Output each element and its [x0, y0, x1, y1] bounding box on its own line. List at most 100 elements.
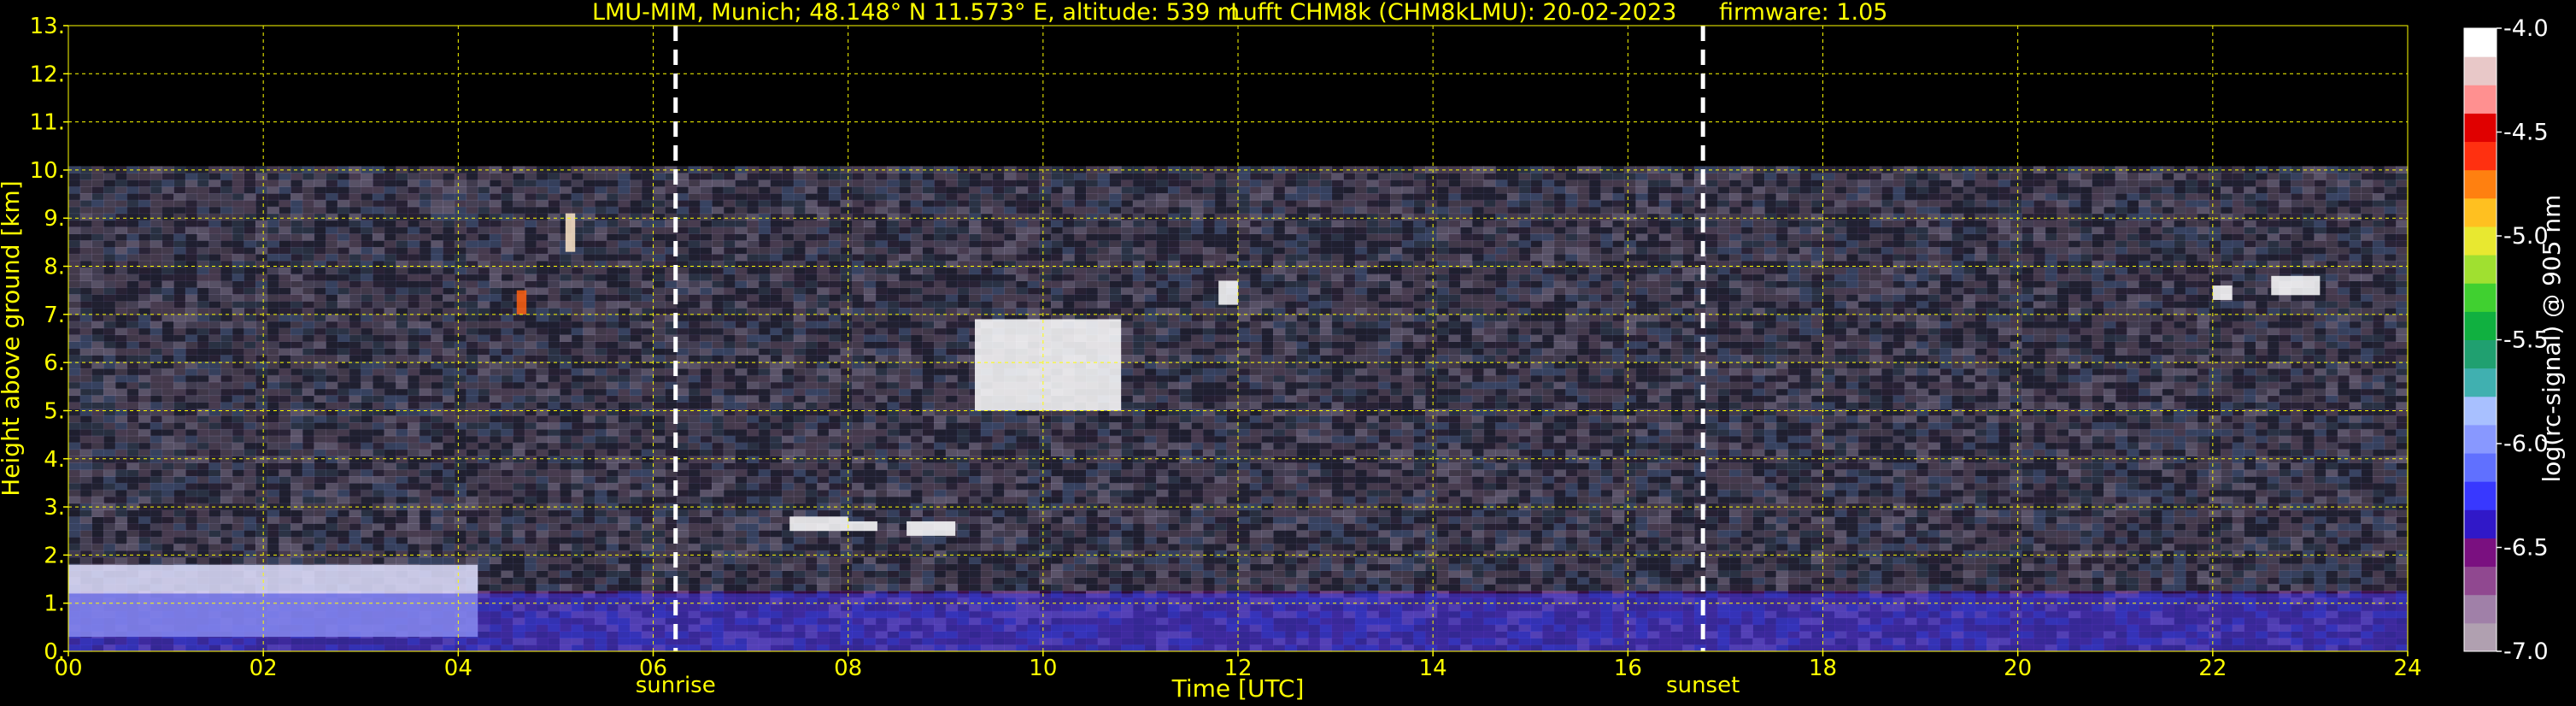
heatmap-cell [173, 199, 186, 208]
heatmap-cell [571, 348, 584, 356]
heatmap-cell [735, 489, 748, 497]
heatmap-cell [302, 537, 315, 544]
heatmap-cell [454, 556, 467, 565]
heatmap-cell [735, 193, 748, 201]
heatmap-cell [676, 509, 689, 517]
heatmap-cell [583, 374, 596, 383]
heatmap-cell [173, 294, 186, 302]
heatmap-cell [220, 537, 233, 544]
heatmap-cell [408, 482, 420, 491]
heatmap-cell [700, 321, 713, 329]
heatmap-cell [372, 280, 385, 288]
heatmap-cell [793, 428, 807, 437]
heatmap-cell [618, 301, 631, 309]
heatmap-cell [431, 179, 443, 187]
heatmap-cell [68, 247, 81, 255]
heatmap-cell [255, 213, 268, 221]
heatmap-cell [267, 173, 279, 180]
heatmap-cell [396, 509, 408, 517]
heatmap-cell [279, 287, 291, 295]
heatmap-cell [501, 415, 513, 423]
heatmap-cell [747, 449, 760, 456]
heatmap-cell [431, 287, 443, 295]
heatmap-cell [770, 550, 783, 558]
heatmap-cell [653, 247, 666, 255]
heatmap-cell [595, 240, 607, 248]
heatmap-cell [770, 482, 783, 491]
heatmap-cell [828, 537, 842, 544]
heatmap-cell [79, 402, 92, 409]
heatmap-cell [220, 402, 233, 409]
heatmap-cell [337, 462, 350, 470]
heatmap-cell [723, 274, 736, 281]
heatmap-cell [337, 374, 350, 383]
heatmap-cell [852, 374, 865, 383]
heatmap-cell [185, 543, 198, 551]
heatmap-cell [408, 368, 420, 376]
heatmap-cell [723, 321, 736, 329]
heatmap-cell [641, 456, 654, 463]
heatmap-cell [232, 321, 244, 329]
heatmap-cell [220, 186, 233, 194]
heatmap-cell [606, 435, 619, 444]
heatmap-cell [150, 186, 163, 194]
heatmap-cell [244, 173, 256, 180]
heatmap-cell [618, 355, 631, 362]
heatmap-cell [723, 402, 736, 409]
heatmap-cell [676, 563, 689, 571]
heatmap-cell [863, 374, 877, 383]
heatmap-cell [735, 509, 748, 517]
heatmap-cell [290, 173, 303, 180]
heatmap-cell [524, 388, 537, 397]
heatmap-cell [595, 516, 607, 524]
heatmap-cell [208, 543, 221, 551]
heatmap-cell [244, 550, 256, 558]
heatmap-cell [244, 213, 256, 221]
heatmap-cell [161, 301, 174, 309]
heatmap-cell [466, 341, 478, 349]
heatmap-cell [489, 449, 502, 456]
heatmap-cell [782, 227, 795, 234]
heatmap-cell [337, 482, 350, 491]
heatmap-cell [595, 563, 607, 571]
heatmap-cell [161, 240, 174, 248]
heatmap-cell [267, 308, 279, 315]
heatmap-cell [712, 301, 725, 309]
heatmap-cell [548, 523, 560, 531]
heatmap-cell [290, 456, 303, 463]
heatmap-cell [712, 496, 725, 504]
heatmap-cell [478, 409, 490, 416]
heatmap-cell [618, 442, 631, 450]
heatmap-cell [817, 409, 830, 416]
heatmap-cell [361, 287, 373, 295]
heatmap-cell [290, 449, 303, 456]
heatmap-cell [244, 321, 256, 329]
heatmap-cell [197, 240, 209, 248]
heatmap-cell [396, 530, 408, 538]
heatmap-cell [653, 213, 666, 221]
heatmap-cell [103, 247, 116, 255]
heatmap-cell [828, 570, 842, 578]
heatmap-cell [114, 186, 128, 194]
heatmap-cell [630, 530, 643, 538]
heatmap-cell [723, 428, 736, 437]
heatmap-cell [220, 496, 233, 504]
heatmap-cell [290, 227, 303, 234]
heatmap-cell [595, 523, 607, 531]
heatmap-cell [630, 556, 643, 565]
heatmap-cell [536, 321, 549, 329]
heatmap-cell [513, 388, 525, 397]
heatmap-cell [232, 274, 244, 281]
heatmap-cell [805, 206, 818, 215]
heatmap-cell [384, 428, 396, 437]
heatmap-cell [279, 321, 291, 329]
heatmap-cell [279, 409, 291, 416]
heatmap-cell [747, 456, 760, 463]
heatmap-cell [536, 280, 549, 288]
heatmap-cell [314, 247, 326, 255]
heatmap-cell [244, 388, 256, 397]
heatmap-cell [548, 314, 560, 322]
heatmap-cell [349, 173, 361, 180]
heatmap-cell [840, 570, 853, 578]
heatmap-cell [828, 321, 842, 329]
